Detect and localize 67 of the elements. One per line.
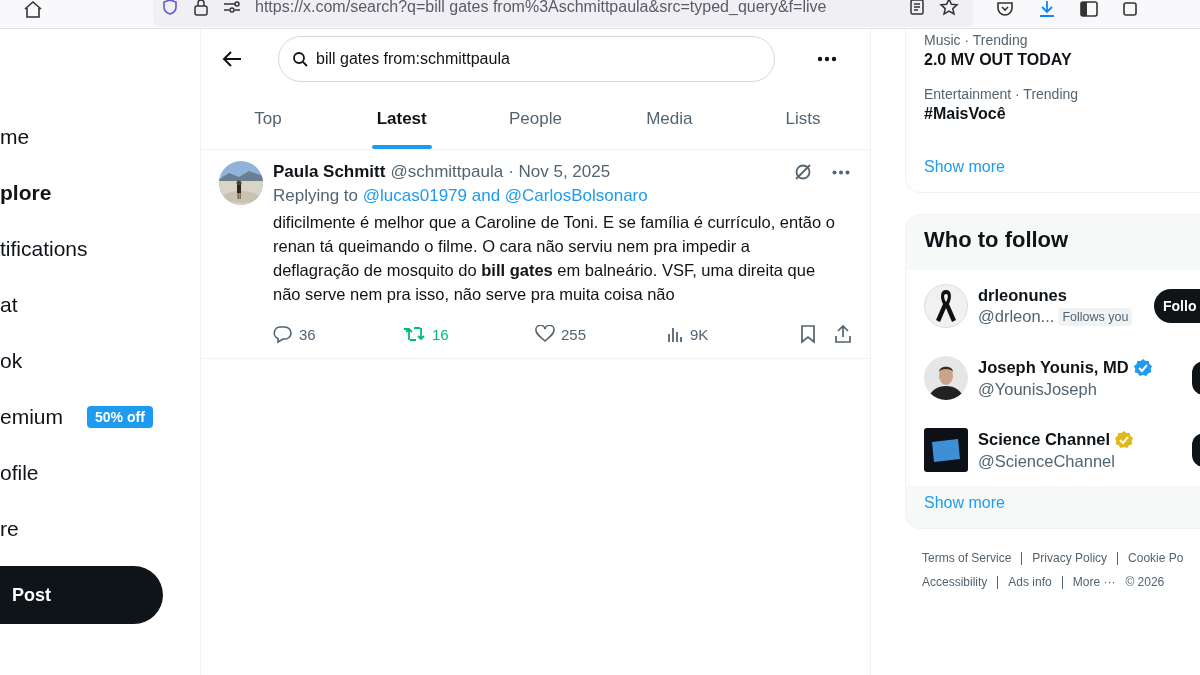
channel-logo-icon[interactable] bbox=[924, 428, 968, 472]
tab[interactable]: People bbox=[468, 89, 603, 149]
footer-link[interactable]: Ads info bbox=[1008, 575, 1052, 589]
tab[interactable]: Latest bbox=[334, 89, 469, 149]
search-icon bbox=[292, 51, 308, 67]
account-name[interactable]: Joseph Younis, MD bbox=[978, 358, 1129, 377]
replying-to-text: Replying to @lucas01979 and @CarlosBolsonaro bbox=[273, 186, 649, 206]
trend-context: Entertainment · Trending bbox=[924, 86, 1080, 102]
reply-icon[interactable] bbox=[273, 324, 293, 344]
nav-item[interactable]: ofile bbox=[0, 461, 39, 485]
footer-link[interactable]: Accessibility bbox=[922, 575, 988, 589]
footer-link[interactable]: Terms of Service bbox=[922, 551, 1012, 565]
lock-icon bbox=[193, 0, 209, 16]
sliders-icon[interactable] bbox=[223, 0, 241, 14]
reply-count: 36 bbox=[299, 325, 316, 343]
footer-link[interactable]: Privacy Policy bbox=[1032, 551, 1108, 565]
account-name[interactable]: Science Channel bbox=[978, 430, 1111, 449]
shield-icon[interactable] bbox=[161, 0, 179, 16]
nav-item[interactable]: ok bbox=[0, 349, 23, 373]
tab[interactable]: Media bbox=[602, 89, 737, 149]
author-name[interactable]: Paula Schmitt bbox=[273, 162, 386, 182]
nav-item[interactable]: tifications bbox=[0, 237, 88, 261]
section-title: Who to follow bbox=[923, 227, 1070, 253]
pocket-icon[interactable] bbox=[995, 0, 1015, 18]
nav-item[interactable]: at bbox=[0, 293, 18, 317]
account-handle[interactable]: @YounisJoseph bbox=[978, 379, 1097, 399]
discount-badge: 50% off bbox=[87, 406, 153, 428]
footer-link[interactable]: © 2026 bbox=[1125, 575, 1165, 589]
search-field[interactable]: bill gates from:schmittpaula bbox=[278, 36, 775, 82]
sidebar-icon[interactable] bbox=[1079, 0, 1099, 18]
share-icon[interactable] bbox=[834, 324, 852, 344]
post-button[interactable]: Post bbox=[0, 566, 163, 624]
repost-count: 16 bbox=[432, 325, 449, 343]
trend-context: Music · Trending bbox=[924, 32, 1029, 48]
author-handle[interactable]: @schmittpaula bbox=[390, 162, 504, 182]
footer-link[interactable]: More ··· bbox=[1072, 575, 1116, 589]
account-handle[interactable]: @ScienceChannel bbox=[978, 451, 1115, 471]
nav-item[interactable]: plore bbox=[0, 181, 52, 205]
post-date[interactable]: · Nov 5, 2025 bbox=[508, 162, 611, 182]
more-icon[interactable] bbox=[832, 169, 850, 175]
trend-title[interactable]: #MaisVocê bbox=[924, 105, 1200, 123]
more-icon[interactable] bbox=[817, 56, 837, 62]
home-icon[interactable] bbox=[23, 0, 43, 18]
account-name[interactable]: drleonunes bbox=[978, 286, 1067, 305]
bookmark-icon[interactable] bbox=[800, 324, 816, 344]
nav-item[interactable]: re bbox=[0, 517, 19, 541]
account-handle[interactable]: @drleon... bbox=[978, 307, 1055, 326]
follow-button[interactable]: Follo bbox=[1154, 289, 1200, 323]
address-bar[interactable]: https://x.com/search?q=bill gates from%3Aschmittpaula&src=typed_query&f=live bbox=[153, 0, 973, 27]
post-text: dificilmente é melhor que a Caroline de Toni. E se família é currículo, então o renan tá queimando o filme. O cara não serviu nem pra impedir a deflagração de mosquito do bill gates em balneário. VSF, uma direita que não serve nem pra isso, não serve pra muita coisa não bbox=[273, 212, 836, 305]
view-count: 9K bbox=[690, 325, 709, 343]
follows-you-badge: Follows you bbox=[1058, 307, 1133, 326]
ribbon-icon[interactable] bbox=[924, 284, 968, 328]
heart-icon[interactable] bbox=[535, 325, 555, 343]
views-icon[interactable] bbox=[666, 325, 684, 343]
reader-view-icon[interactable] bbox=[909, 0, 925, 16]
url-text: https://x.com/search?q=bill gates from%3Aschmittpaula&src=typed_query&f=live bbox=[255, 0, 827, 16]
nav-item[interactable]: emium bbox=[0, 405, 63, 429]
tab[interactable]: Lists bbox=[736, 89, 870, 149]
footer-link[interactable]: Cookie Po bbox=[1128, 551, 1184, 565]
star-icon[interactable] bbox=[939, 0, 959, 17]
download-icon[interactable] bbox=[1037, 0, 1057, 18]
back-arrow-icon[interactable] bbox=[222, 50, 242, 68]
tab[interactable]: Top bbox=[201, 89, 335, 149]
trend-title[interactable]: 2.0 MV OUT TODAY bbox=[924, 51, 1200, 69]
like-count: 255 bbox=[561, 325, 587, 343]
nav-item[interactable]: me bbox=[0, 125, 30, 149]
